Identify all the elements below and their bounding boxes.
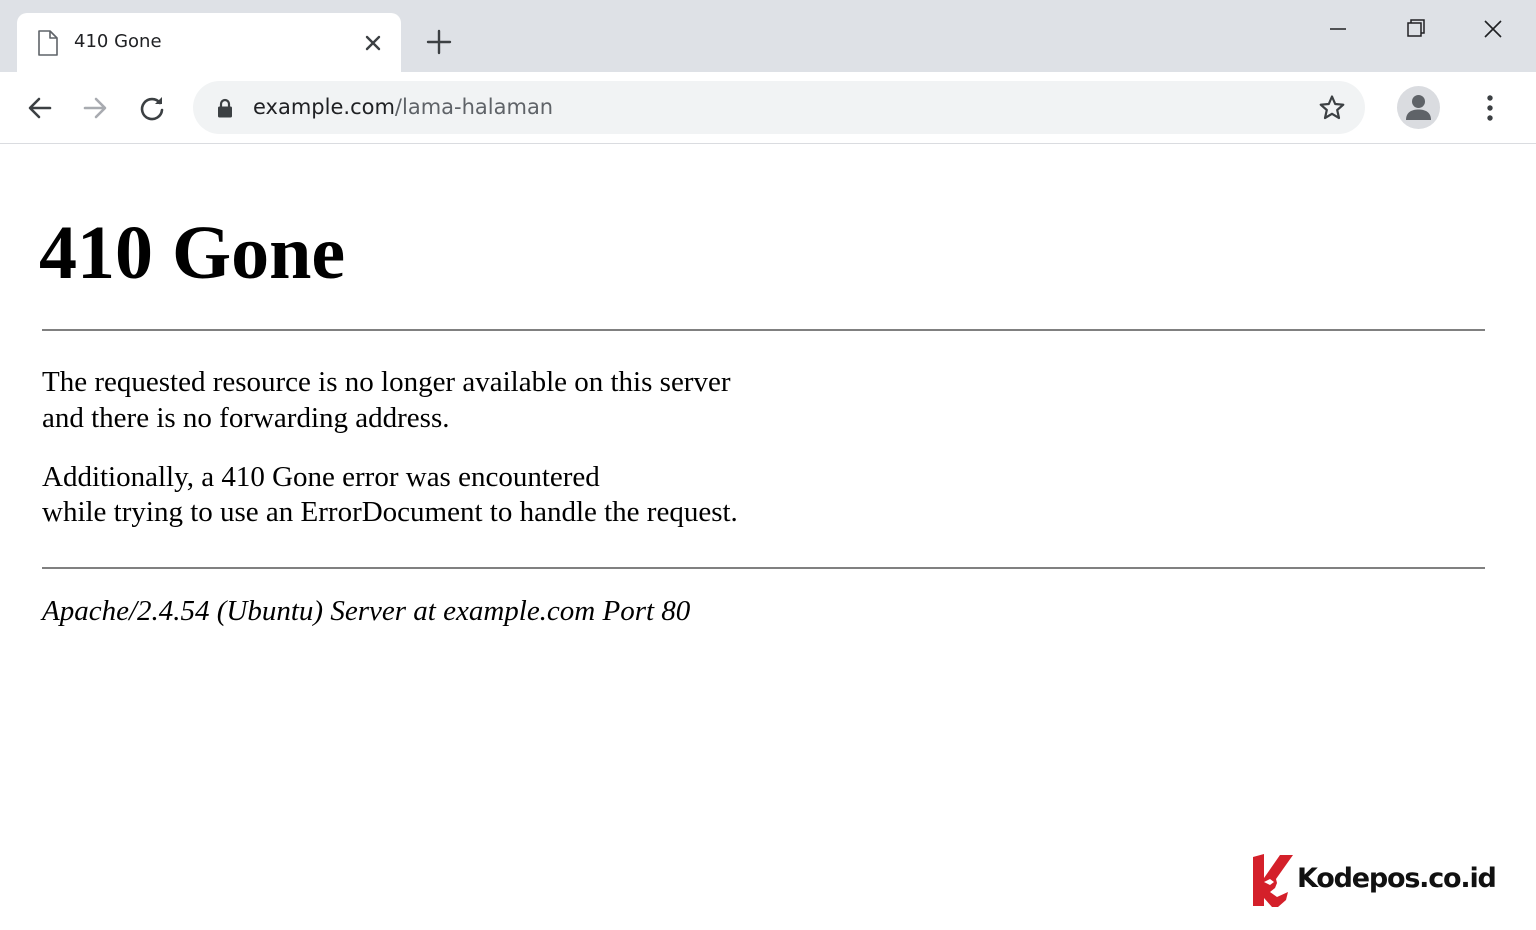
tab-title: 410 Gone <box>74 31 162 52</box>
error-message-line: The requested resource is no longer avai… <box>42 366 731 398</box>
watermark-text: Kodepos.co.id <box>1297 863 1497 894</box>
close-icon[interactable] <box>1478 14 1508 44</box>
divider <box>42 329 1485 331</box>
url-text[interactable]: example.com/lama-halaman <box>253 94 553 121</box>
reload-icon[interactable] <box>137 93 167 123</box>
error-message-line: and there is no forwarding address. <box>42 402 450 434</box>
kodepos-logo-icon <box>1253 854 1293 907</box>
server-signature: Apache/2.4.54 (Ubuntu) Server at example… <box>42 595 691 627</box>
lock-icon[interactable] <box>216 97 234 119</box>
plus-icon[interactable] <box>424 27 454 57</box>
person-icon <box>1406 95 1431 120</box>
tab-close-icon[interactable] <box>361 31 385 55</box>
address-bar[interactable]: example.com/lama-halaman <box>193 81 1365 134</box>
error-message: The requested resource is no longer avai… <box>42 364 731 436</box>
browser-tab[interactable]: 410 Gone <box>17 13 401 72</box>
page-title: 410 Gone <box>39 211 346 295</box>
additional-error-line: Additionally, a 410 Gone error was encou… <box>42 461 600 493</box>
page-icon <box>38 30 58 56</box>
star-icon[interactable] <box>1317 93 1347 123</box>
additional-error-message: Additionally, a 410 Gone error was encou… <box>42 460 738 530</box>
arrow-right-icon[interactable] <box>80 93 110 123</box>
arrow-left-icon[interactable] <box>25 93 55 123</box>
browser-toolbar: example.com/lama-halaman <box>0 72 1536 144</box>
url-path: /lama-halaman <box>394 95 554 119</box>
browser-titlebar: 410 Gone <box>0 0 1536 72</box>
divider <box>42 567 1485 569</box>
restore-icon[interactable] <box>1401 14 1431 44</box>
url-host: example.com <box>253 95 395 119</box>
profile-button[interactable] <box>1397 86 1440 129</box>
kebab-menu-icon[interactable] <box>1475 93 1505 123</box>
minimize-icon[interactable] <box>1323 14 1353 44</box>
watermark: Kodepos.co.id <box>1250 852 1500 910</box>
additional-error-line: while trying to use an ErrorDocument to … <box>42 496 738 528</box>
